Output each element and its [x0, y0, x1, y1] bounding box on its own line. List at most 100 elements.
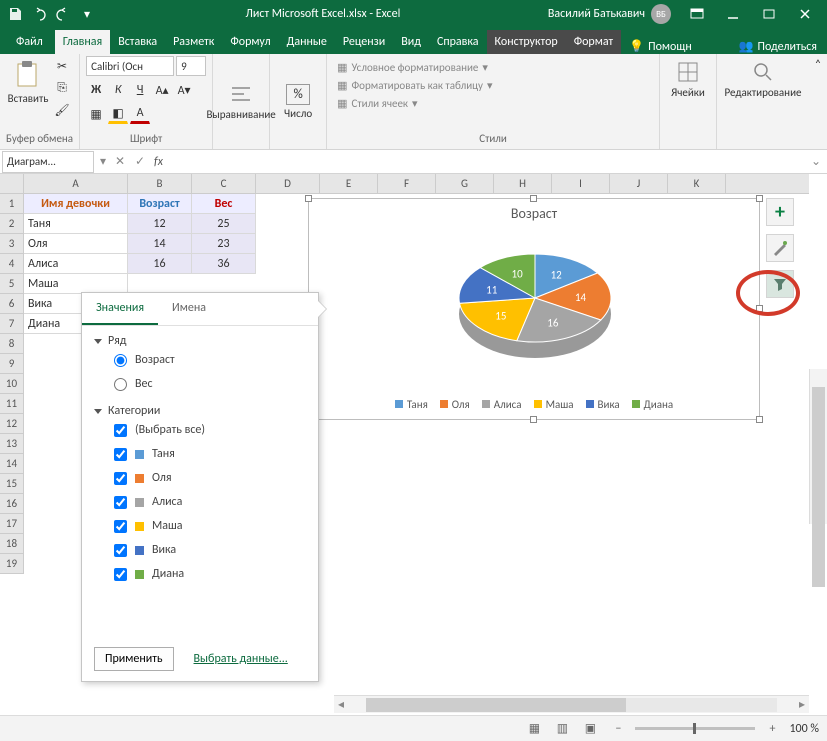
tab-design[interactable]: Конструктор	[487, 30, 566, 54]
cell[interactable]: 23	[192, 234, 256, 254]
format-painter-icon[interactable]: 🖌	[52, 100, 72, 120]
column-header[interactable]: A	[24, 174, 128, 193]
column-header[interactable]: I	[552, 174, 610, 193]
chart-title[interactable]: Возраст	[309, 199, 759, 228]
view-normal-icon[interactable]: ▦	[523, 719, 545, 739]
cell[interactable]: 25	[192, 214, 256, 234]
radio-age[interactable]	[114, 354, 127, 367]
checkbox-item[interactable]	[114, 568, 127, 581]
minimize-icon[interactable]	[715, 0, 751, 28]
tab-file[interactable]: Файл	[4, 30, 55, 54]
scroll-right-icon[interactable]: ▸	[795, 697, 809, 712]
row-header[interactable]: 17	[0, 514, 24, 534]
tab-layout[interactable]: Разметк	[165, 30, 222, 54]
horizontal-scrollbar[interactable]: ◂ ▸	[334, 695, 809, 713]
row-header[interactable]: 1	[0, 194, 24, 214]
zoom-in-icon[interactable]: +	[761, 719, 783, 739]
series-weight[interactable]: Вес	[94, 372, 306, 396]
name-box[interactable]: Диаграм...	[2, 151, 94, 173]
cell[interactable]: Таня	[24, 214, 128, 234]
undo-icon[interactable]	[28, 3, 50, 25]
cell[interactable]: Маша	[24, 274, 128, 294]
underline-button[interactable]: Ч	[130, 80, 150, 100]
editing-button[interactable]: Редактирование	[723, 56, 803, 99]
cell[interactable]: Оля	[24, 234, 128, 254]
row-header[interactable]: 2	[0, 214, 24, 234]
collapse-ribbon-icon[interactable]: ˄	[809, 54, 827, 149]
cell[interactable]: 14	[128, 234, 192, 254]
column-header[interactable]: C	[192, 174, 256, 193]
cell[interactable]: Возраст	[128, 194, 192, 214]
copy-icon[interactable]: ⎘	[52, 78, 72, 98]
tab-data[interactable]: Данные	[279, 30, 335, 54]
column-header[interactable]: D	[256, 174, 320, 193]
cell[interactable]: Алиса	[24, 254, 128, 274]
tab-format[interactable]: Формат	[566, 30, 621, 54]
ribbon-display-icon[interactable]	[679, 0, 715, 28]
chart-filters-button[interactable]	[766, 270, 794, 298]
category-all[interactable]: (Выбрать все)	[94, 418, 306, 442]
cell[interactable]: 36	[192, 254, 256, 274]
zoom-slider[interactable]	[635, 727, 755, 730]
category-item[interactable]: Диана	[94, 562, 306, 586]
column-header[interactable]: K	[668, 174, 726, 193]
row-header[interactable]: 16	[0, 494, 24, 514]
category-item[interactable]: Алиса	[94, 490, 306, 514]
view-page-break-icon[interactable]: ▣	[579, 719, 601, 739]
cells-button[interactable]: Ячейки	[666, 56, 710, 99]
row-header[interactable]: 19	[0, 554, 24, 574]
row-header[interactable]: 8	[0, 334, 24, 354]
row-header[interactable]: 11	[0, 394, 24, 414]
row-header[interactable]: 14	[0, 454, 24, 474]
checkbox-item[interactable]	[114, 472, 127, 485]
number-format-button[interactable]: % Число	[276, 80, 320, 120]
chart-styles-button[interactable]	[766, 234, 794, 262]
row-header[interactable]: 7	[0, 314, 24, 334]
column-header[interactable]: G	[436, 174, 494, 193]
row-header[interactable]: 6	[0, 294, 24, 314]
checkbox-item[interactable]	[114, 520, 127, 533]
row-header[interactable]: 13	[0, 434, 24, 454]
font-color-icon[interactable]: A	[130, 104, 150, 124]
checkbox-item[interactable]	[114, 496, 127, 509]
font-shrink-icon[interactable]: A▾	[174, 80, 194, 100]
checkbox-all[interactable]	[114, 424, 127, 437]
font-size-combo[interactable]: 9	[176, 56, 206, 76]
conditional-formatting[interactable]: ▦ Условное форматирование ▾	[333, 60, 492, 75]
column-header[interactable]: E	[320, 174, 378, 193]
column-header[interactable]: F	[378, 174, 436, 193]
cell[interactable]: Вес	[192, 194, 256, 214]
zoom-out-icon[interactable]: −	[607, 719, 629, 739]
maximize-icon[interactable]	[751, 0, 787, 28]
formula-bar[interactable]	[167, 151, 805, 173]
chart-object[interactable]: Возраст 121416151110 ТаняОляАлисаМашаВик…	[308, 198, 760, 420]
row-header[interactable]: 10	[0, 374, 24, 394]
cell[interactable]: 12	[128, 214, 192, 234]
select-all-corner[interactable]	[0, 174, 24, 193]
filter-tab-names[interactable]: Имена	[158, 293, 220, 325]
tab-review[interactable]: Рецензи	[335, 30, 393, 54]
enter-formula-icon[interactable]: ✓	[130, 151, 150, 173]
tab-help[interactable]: Справка	[429, 30, 487, 54]
filter-tab-values[interactable]: Значения	[82, 293, 158, 325]
vertical-scrollbar[interactable]	[809, 369, 827, 524]
series-age[interactable]: Возраст	[94, 348, 306, 372]
user-area[interactable]: Василий Батькавич ВБ	[548, 4, 671, 24]
row-header[interactable]: 15	[0, 474, 24, 494]
category-item[interactable]: Маша	[94, 514, 306, 538]
share-button[interactable]: 👥Поделиться	[729, 39, 827, 54]
tab-insert[interactable]: Вставка	[110, 30, 165, 54]
border-icon[interactable]: ▦	[86, 104, 106, 124]
collapse-icon[interactable]	[94, 339, 102, 344]
redo-icon[interactable]	[52, 3, 74, 25]
font-grow-icon[interactable]: A▴	[152, 80, 172, 100]
view-page-layout-icon[interactable]: ▥	[551, 719, 573, 739]
category-item[interactable]: Вика	[94, 538, 306, 562]
paste-button[interactable]: Вставить	[6, 56, 50, 105]
cancel-formula-icon[interactable]: ✕	[110, 151, 130, 173]
cell[interactable]: 16	[128, 254, 192, 274]
column-header[interactable]: B	[128, 174, 192, 193]
italic-button[interactable]: К	[108, 80, 128, 100]
category-item[interactable]: Таня	[94, 442, 306, 466]
close-icon[interactable]	[787, 0, 823, 28]
